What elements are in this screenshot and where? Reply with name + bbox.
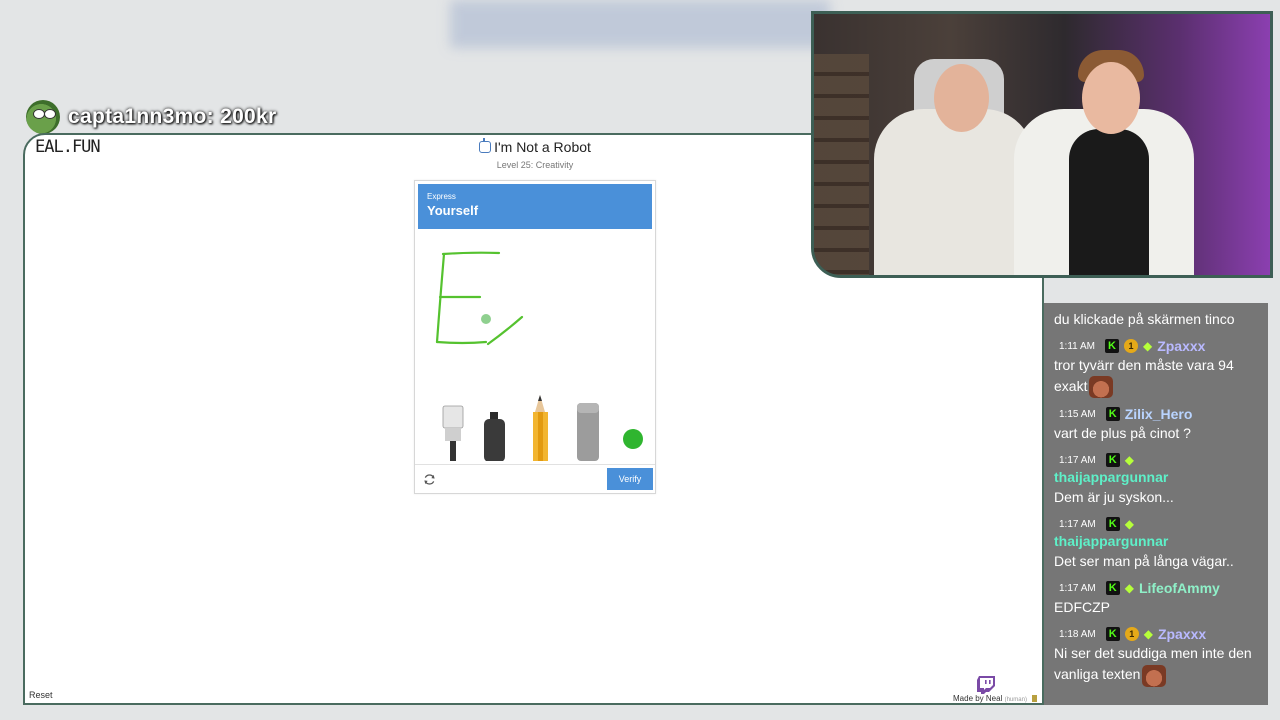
chat-username[interactable]: thaijappargunnar [1054, 533, 1168, 549]
chat-message-text: EDFCZP [1054, 597, 1258, 618]
donation-alert: capta1nn3mo: 200kr [26, 100, 277, 134]
chat-message: 1:18 AM K 1 ◆ Zpaxxx Ni ser det suddiga men i… [1054, 625, 1258, 687]
subscriber-badge-icon: 1 [1124, 627, 1139, 642]
gem-badge-icon: ◆ [1124, 517, 1134, 532]
chat-message-body: Dem är ju syskon... [1054, 489, 1174, 506]
gem-badge-icon: ◆ [1142, 339, 1153, 353]
chat-username-line: thaijappargunnar [1054, 533, 1258, 551]
donation-text: capta1nn3mo: 200kr [68, 105, 277, 128]
chat-message-text: Ni ser det suddiga men inte den vanliga … [1054, 643, 1258, 687]
color-dot-icon[interactable] [623, 429, 643, 449]
page-title: I'm Not a Robot [479, 138, 591, 155]
page-title-text: I'm Not a Robot [494, 139, 591, 155]
chat-message: 1:17 AM K ◆ LifeofAmmy EDFCZP [1054, 579, 1258, 618]
chat-message-body: Det ser man på långa vägar.. [1054, 553, 1234, 570]
kick-badge-icon: K [1105, 517, 1120, 532]
pepe-avatar-icon [26, 100, 60, 134]
drawing-canvas[interactable] [418, 231, 652, 461]
chat-message: 1:11 AM K 1 ◆ Zpaxxx tror tyvärr den måste va… [1054, 337, 1258, 399]
streamer-right-head [1082, 62, 1140, 134]
gem-badge-icon: ◆ [1143, 627, 1153, 642]
subscriber-badge-icon: 1 [1123, 339, 1138, 353]
kick-badge-icon: K [1104, 339, 1119, 353]
captcha-card: Express Yourself Verify [414, 180, 656, 494]
refresh-icon[interactable] [423, 473, 436, 486]
emote-icon [1142, 664, 1167, 687]
verify-button[interactable]: Verify [607, 468, 653, 490]
gem-badge-icon: ◆ [1124, 453, 1134, 468]
chat-message-meta: 1:18 AM K 1 ◆ Zpaxxx [1054, 625, 1258, 643]
chat-username[interactable]: Zpaxxx [1158, 626, 1206, 642]
chat-panel: du klickade på skärmen tinco 1:11 AM K 1 ◆ Z… [1044, 303, 1268, 705]
brush-cursor [481, 314, 491, 324]
chat-message-meta: 1:11 AM K 1 ◆ Zpaxxx [1054, 337, 1258, 355]
kick-badge-icon: K [1105, 627, 1120, 642]
chat-timestamp: 1:18 AM [1059, 628, 1096, 640]
pencil-icon[interactable] [533, 395, 548, 461]
chat-timestamp: 1:17 AM [1059, 518, 1096, 530]
chat-message-text: Dem är ju syskon... [1054, 487, 1258, 508]
chat-message-body: EDFCZP [1054, 599, 1110, 616]
chat-message: 1:15 AM K Zilix_Herovart de plus på cinot … [1054, 405, 1258, 444]
webcam-overlay [811, 11, 1273, 278]
chat-timestamp: 1:17 AM [1059, 454, 1096, 466]
level-subtitle: Level 25: Creativity [496, 160, 574, 170]
twitch-icon [977, 676, 995, 694]
chat-username[interactable]: LifeofAmmy [1139, 580, 1220, 596]
site-logo[interactable]: EAL.FUN [35, 137, 101, 157]
chat-message-meta: 1:17 AM K ◆ [1054, 515, 1258, 533]
chat-message-meta: 1:15 AM K Zilix_Hero [1054, 405, 1258, 423]
chat-message-list: 1:11 AM K 1 ◆ Zpaxxx tror tyvärr den måste va… [1054, 337, 1258, 687]
page-header: I'm Not a Robot Level 25: Creativity [435, 138, 635, 170]
chat-message-text: tror tyvärr den måste vara 94 exakt [1054, 355, 1258, 399]
chat-timestamp: 1:17 AM [1059, 582, 1096, 594]
robot-icon [479, 138, 492, 153]
chat-message-meta: 1:17 AM K ◆ [1054, 451, 1258, 469]
chat-message-text: vart de plus på cinot ? [1054, 423, 1258, 444]
chat-username[interactable]: Zpaxxx [1157, 338, 1205, 354]
chat-message-meta: 1:17 AM K ◆ LifeofAmmy [1054, 579, 1258, 597]
streamer-left-head [934, 64, 989, 132]
chat-username[interactable]: thaijappargunnar [1054, 469, 1168, 485]
reset-button[interactable]: Reset [29, 690, 53, 700]
made-by-text: Made by Neal [953, 694, 1003, 703]
captcha-header-small: Express [427, 192, 456, 201]
chat-username[interactable]: Zilix_Hero [1125, 406, 1193, 422]
chat-message: 1:17 AM K ◆ thaijappargunnar Det ser man på … [1054, 515, 1258, 572]
spray-can-icon[interactable] [484, 412, 505, 461]
blurred-banner [450, 0, 830, 48]
chat-partial-message: du klickade på skärmen tinco [1054, 311, 1235, 327]
emote-icon [1089, 376, 1114, 399]
chat-message-text: Det ser man på långa vägar.. [1054, 551, 1258, 572]
brush-icon[interactable] [442, 405, 464, 461]
captcha-header-big: Yourself [427, 203, 479, 218]
chat-timestamp: 1:15 AM [1059, 408, 1096, 420]
chat-message-body: tror tyvärr den måste vara 94 exakt [1054, 357, 1234, 394]
kick-badge-icon: K [1105, 407, 1120, 422]
streamer-right-shirt [1069, 129, 1149, 275]
chat-message-body: vart de plus på cinot ? [1054, 425, 1191, 442]
kick-badge-icon: K [1105, 453, 1120, 468]
captcha-header: Express Yourself [418, 184, 652, 229]
drawn-letter-e [435, 251, 524, 346]
chat-timestamp: 1:11 AM [1059, 340, 1095, 352]
gem-badge-icon: ◆ [1124, 581, 1134, 596]
made-by-tag: (human) [1004, 697, 1027, 703]
chat-message: 1:17 AM K ◆ thaijappargunnar Dem är ju sysko… [1054, 451, 1258, 508]
captcha-footer: Verify [415, 464, 655, 494]
trash-icon [1032, 695, 1038, 703]
made-by-credit[interactable]: Made by Neal (human) [953, 694, 1038, 703]
chat-username-line: thaijappargunnar [1054, 469, 1258, 487]
eraser-icon[interactable] [577, 403, 599, 461]
bookshelf [814, 54, 869, 275]
kick-badge-icon: K [1105, 581, 1120, 596]
streamer-left [874, 109, 1034, 275]
